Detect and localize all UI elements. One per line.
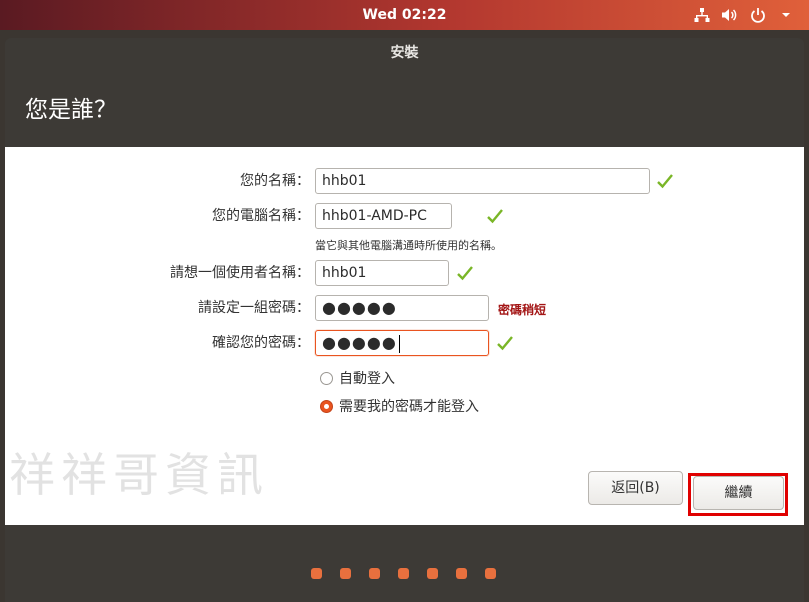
page-title: 您是誰？ [25, 97, 117, 123]
progress-dot [369, 568, 380, 579]
confirm-password-value: ●●●●● [322, 333, 397, 352]
computer-name-valid-check-icon [487, 209, 503, 224]
password-strength: 密碼稍短 [498, 303, 547, 317]
username-label: 請想一個使用者名稱： [170, 265, 310, 281]
name-valid-check-icon [657, 174, 673, 189]
name-input[interactable]: hhb01 [315, 168, 650, 194]
computer-name-label: 您的電腦名稱： [212, 208, 310, 224]
progress-dots [311, 568, 496, 579]
username-valid-check-icon [457, 266, 473, 281]
watermark: 祥祥哥資訊 [9, 448, 269, 502]
progress-dot [311, 568, 322, 579]
progress-dot [456, 568, 467, 579]
require-password-option[interactable]: 需要我的密碼才能登入 [320, 396, 479, 416]
computer-name-input[interactable]: hhb01-AMD-PC [315, 203, 452, 229]
progress-dot [485, 568, 496, 579]
top-bar: Wed 02:22 [0, 0, 809, 30]
confirm-password-label: 確認您的密碼： [212, 335, 310, 351]
confirm-password-input[interactable]: ●●●●● [315, 330, 489, 356]
progress-dot [398, 568, 409, 579]
name-label: 您的名稱： [240, 173, 310, 189]
system-tray[interactable] [693, 6, 795, 24]
auto-login-option[interactable]: 自動登入 [320, 368, 395, 388]
chevron-down-icon[interactable] [777, 6, 795, 24]
computer-name-hint: 當它與其他電腦溝通時所使用的名稱。 [315, 239, 502, 252]
confirm-password-valid-check-icon [497, 336, 513, 351]
auto-login-label: 自動登入 [339, 371, 395, 387]
password-input[interactable]: ●●●●● [315, 295, 489, 321]
require-password-radio[interactable] [320, 399, 333, 413]
installer-window: 安裝 您是誰？ 您的名稱： hhb01 您的電腦名稱： hhb01-AMD-PC… [5, 38, 804, 602]
auto-login-radio[interactable] [320, 371, 333, 385]
clock[interactable]: Wed 02:22 [0, 0, 809, 30]
continue-button[interactable]: 繼續 [693, 476, 784, 510]
progress-dot [427, 568, 438, 579]
back-button[interactable]: 返回(B) [588, 471, 683, 505]
window-title: 安裝 [390, 45, 419, 61]
progress-dot [340, 568, 351, 579]
require-password-label: 需要我的密碼才能登入 [339, 399, 479, 415]
network-icon[interactable] [693, 6, 711, 24]
username-input[interactable]: hhb01 [315, 260, 449, 286]
password-label: 請設定一組密碼： [198, 300, 310, 316]
power-icon[interactable] [749, 6, 767, 24]
volume-icon[interactable] [721, 6, 739, 24]
form-area: 您的名稱： hhb01 您的電腦名稱： hhb01-AMD-PC 當它與其他電腦… [5, 147, 804, 525]
text-caret [398, 334, 400, 353]
